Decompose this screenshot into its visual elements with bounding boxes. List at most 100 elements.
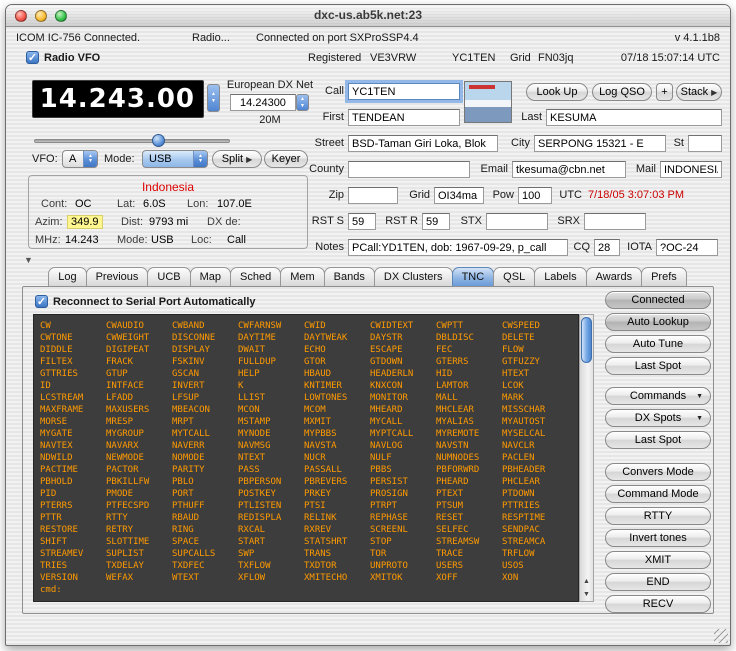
terminal-token: PTRPT: [370, 501, 398, 511]
frequency-slider-track[interactable]: [34, 139, 230, 143]
look-up-button[interactable]: Look Up: [526, 83, 588, 101]
radio-status: ICOM IC-756 Connected.: [16, 32, 141, 44]
tab-bands[interactable]: Bands: [323, 267, 375, 287]
scrollbar-thumb[interactable]: [581, 317, 592, 363]
county-field[interactable]: [348, 161, 470, 178]
tab-log[interactable]: Log: [48, 267, 87, 287]
first-name-field[interactable]: [348, 109, 460, 126]
commands-button[interactable]: Commands ▼: [605, 387, 711, 405]
city-label: City: [511, 137, 530, 149]
split-button[interactable]: Split ▶: [212, 150, 262, 168]
convers-mode-button[interactable]: Convers Mode: [605, 463, 711, 481]
terminal-row: NDWILD NEWMODE NOMODE NTEXT NUCR NULF NUMNODES…: [40, 452, 572, 464]
terminal-token: KNXCON: [370, 381, 403, 391]
email-field[interactable]: [512, 161, 626, 178]
power-field[interactable]: [518, 187, 552, 204]
city-field[interactable]: [534, 135, 666, 152]
tab-sched[interactable]: Sched: [230, 267, 282, 287]
mail-field[interactable]: [660, 161, 722, 178]
rtty-button[interactable]: RTTY: [605, 507, 711, 525]
tab-dx-clusters[interactable]: DX Clusters: [373, 267, 453, 287]
state-field[interactable]: [688, 135, 722, 152]
log-qso-button[interactable]: Log QSO: [592, 83, 652, 101]
step-down-icon: ▼: [211, 98, 216, 104]
check-icon: ✓: [27, 52, 38, 64]
last-spot-button[interactable]: Last Spot: [605, 357, 711, 375]
frequency-slider-thumb[interactable]: [152, 134, 165, 147]
srx-field[interactable]: [584, 213, 646, 230]
registered-call: VE3VRW: [370, 52, 417, 64]
terminal-token: USOS: [502, 561, 524, 571]
vfo-select[interactable]: A ▲ ▼: [62, 150, 98, 168]
tab-qsl[interactable]: QSL: [493, 267, 536, 287]
azim-label: Azim:: [35, 216, 63, 228]
terminal-token: DWAIT: [238, 345, 266, 355]
net-frequency-stepper[interactable]: ▲ ▼: [296, 94, 309, 111]
rst-sent-field[interactable]: [348, 213, 376, 230]
utc-clock: 07/18 15:07:14 UTC: [620, 52, 720, 64]
minimize-button[interactable]: [35, 10, 47, 22]
grid-field[interactable]: [434, 187, 484, 204]
srx-label: SRX: [557, 215, 580, 227]
last-name-field[interactable]: [546, 109, 722, 126]
cq-zone-field[interactable]: [594, 239, 620, 256]
zoom-button[interactable]: [55, 10, 67, 22]
dx-spots-button[interactable]: DX Spots ▼: [605, 409, 711, 427]
command-mode-button[interactable]: Command Mode: [605, 485, 711, 503]
iota-field[interactable]: [656, 239, 718, 256]
radio-vfo-checkbox[interactable]: ✓: [26, 51, 39, 64]
recv-button[interactable]: RECV: [605, 595, 711, 613]
terminal-token: CWAUDIO: [106, 321, 144, 331]
mode-label: Mode:: [104, 153, 135, 165]
disclosure-triangle-icon[interactable]: ▼: [24, 255, 33, 265]
terminal-token: MYSELCAL: [502, 429, 546, 439]
tab-map[interactable]: Map: [189, 267, 232, 287]
xmit-button[interactable]: XMIT: [605, 551, 711, 569]
reconnect-checkbox[interactable]: ✓: [35, 295, 48, 308]
tab-ucb[interactable]: UCB: [147, 267, 191, 287]
scroll-up-icon[interactable]: ▲: [580, 576, 593, 588]
invert-tones-button[interactable]: Invert tones: [605, 529, 711, 547]
terminal-token: XON: [502, 573, 519, 583]
app-version: v 4.1.1b8: [674, 32, 720, 44]
last-spot-button[interactable]: Last Spot: [605, 431, 711, 449]
terminal-token: PBPERSON: [238, 477, 282, 487]
mode-select[interactable]: USB ▲ ▼: [142, 150, 208, 168]
plus-button[interactable]: +: [656, 83, 673, 101]
tab-awards[interactable]: Awards: [585, 267, 643, 287]
tab-previous[interactable]: Previous: [85, 267, 149, 287]
terminal-token: POSTKEY: [238, 489, 276, 499]
terminal-row: VERSION WEFAX WTEXT XFLOW XMITECHO XMITOK XOFF…: [40, 572, 572, 584]
scroll-down-icon[interactable]: ▼: [580, 589, 593, 601]
rst-received-field[interactable]: [422, 213, 450, 230]
close-button[interactable]: [15, 10, 27, 22]
connected-button[interactable]: Connected: [605, 291, 711, 309]
terminal-row: PACTIME PACTOR PARITY PASS PASSALL PBBS PBFORW…: [40, 464, 572, 476]
cont-value: OC: [75, 198, 92, 210]
tab-labels[interactable]: Labels: [534, 267, 587, 287]
tab-prefs[interactable]: Prefs: [641, 267, 687, 287]
zip-field[interactable]: [348, 187, 398, 204]
call-field[interactable]: [348, 83, 460, 100]
street-field[interactable]: [348, 135, 498, 152]
tab-tnc[interactable]: TNC: [451, 267, 495, 287]
stx-field[interactable]: [486, 213, 548, 230]
frequency-stepper[interactable]: ▲ ▼: [207, 84, 220, 112]
resize-grip[interactable]: [714, 629, 728, 643]
terminal-scrollbar[interactable]: ▲ ▼: [579, 314, 594, 602]
tab-mem[interactable]: Mem: [280, 267, 325, 287]
tnc-terminal[interactable]: CW CWAUDIO CWBAND CWFARNSW CWID CWIDTEXT CWPTT…: [33, 314, 579, 602]
terminal-token: PMODE: [106, 489, 134, 499]
auto-tune-button[interactable]: Auto Tune: [605, 335, 711, 353]
notes-field[interactable]: [348, 239, 568, 256]
plus-label: +: [661, 86, 668, 98]
auto-lookup-button[interactable]: Auto Lookup: [605, 313, 711, 331]
terminal-token: REPHASE: [370, 513, 408, 523]
mode-value: USB: [149, 153, 172, 165]
terminal-token: CWSPEED: [502, 321, 540, 331]
net-frequency-field[interactable]: [230, 94, 296, 111]
stack-button[interactable]: Stack ▶: [676, 83, 722, 101]
end-button[interactable]: END: [605, 573, 711, 591]
terminal-token: SUPLIST: [106, 549, 144, 559]
popup-arrows-icon: ▲ ▼: [83, 151, 97, 167]
